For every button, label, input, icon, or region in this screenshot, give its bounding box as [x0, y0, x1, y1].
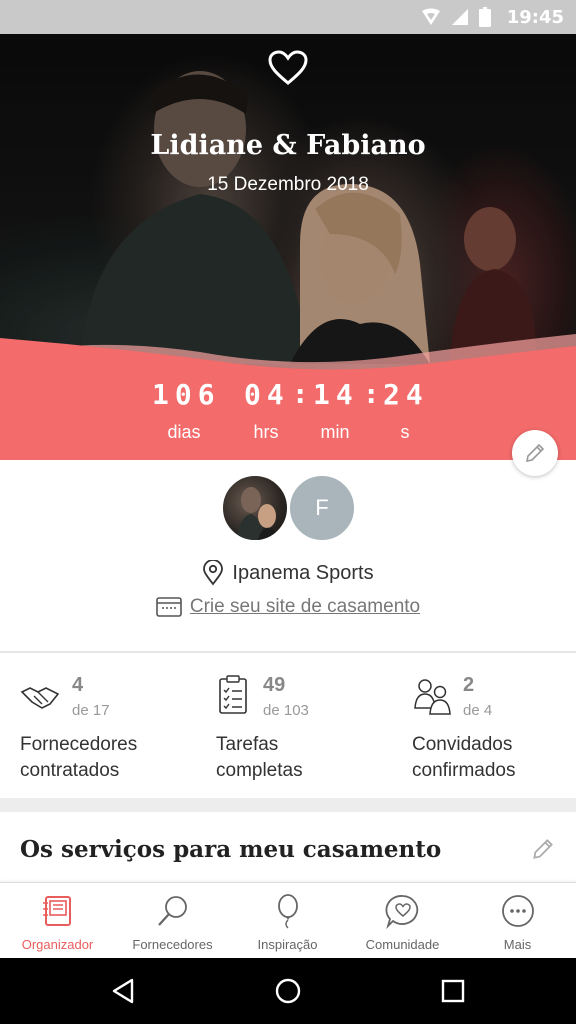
nav-label: Inspiração — [257, 937, 318, 952]
services-section: Os serviços para meu casamento — [0, 812, 576, 882]
chat-heart-icon — [385, 895, 419, 929]
nav-more[interactable]: Mais — [460, 883, 575, 959]
nav-suppliers[interactable]: Fornecedores — [115, 883, 230, 959]
magnifier-icon — [158, 896, 187, 926]
countdown-seconds: 24 — [383, 378, 429, 411]
countdown-separator: : — [366, 380, 377, 410]
wedding-date: 15 Dezembro 2018 — [207, 174, 369, 195]
pencil-icon — [525, 443, 545, 463]
stat-value: 4 — [72, 674, 84, 696]
section-separator — [0, 798, 576, 812]
nav-label: Fornecedores — [132, 937, 213, 952]
stat-value: 49 — [263, 674, 286, 696]
partner-avatar[interactable]: F — [288, 474, 356, 542]
heart-icon — [268, 50, 308, 85]
countdown-minutes: 14 — [313, 378, 359, 411]
back-icon[interactable] — [108, 975, 140, 1007]
countdown-seconds-label: s — [400, 422, 410, 442]
stat-value: 2 — [463, 674, 475, 696]
nav-label: Comunidade — [365, 937, 440, 952]
stat-label: Convidados confirmados — [412, 734, 516, 781]
guests-icon — [414, 679, 451, 715]
countdown-minutes-label: min — [320, 422, 350, 442]
handshake-icon — [20, 687, 60, 709]
stat-label: Fornecedores contratados — [20, 734, 138, 781]
stat-label: Tarefas completas — [216, 734, 303, 781]
nav-label: Mais — [503, 937, 532, 952]
data-saver-icon — [421, 8, 441, 26]
countdown-days: 106 — [152, 378, 221, 411]
stats-row: 4 de 17 Fornecedores contratados 49 de 1… — [0, 668, 576, 788]
countdown-hours-label: hrs — [253, 422, 279, 442]
stat-total: de 17 — [72, 702, 110, 719]
status-bar: 19:45 — [0, 0, 576, 34]
nav-inspiration[interactable]: Inspiração — [230, 883, 345, 959]
countdown-separator: : — [295, 380, 306, 410]
nav-organizer[interactable]: Organizador — [0, 883, 115, 959]
countdown: 106 04 : 14 : 24 dias hrs min s — [0, 374, 576, 460]
create-site-link-text[interactable]: Crie seu site de casamento — [190, 596, 420, 618]
edit-wedding-button[interactable] — [512, 430, 558, 476]
notebook-icon — [43, 896, 71, 926]
countdown-hours: 04 — [244, 378, 290, 411]
signal-icon — [451, 8, 469, 26]
venue-row[interactable]: Ipanema Sports — [0, 560, 576, 586]
more-icon — [502, 895, 534, 927]
venue-name: Ipanema Sports — [232, 561, 374, 584]
system-nav-bar — [0, 958, 576, 1024]
checklist-icon — [219, 675, 247, 714]
wedding-hero: Lidiane & Fabiano 15 Dezembro 2018 106 0… — [0, 34, 576, 460]
location-pin-icon — [203, 560, 224, 586]
home-icon[interactable] — [272, 975, 304, 1007]
stat-total: de 103 — [263, 702, 309, 719]
divider — [0, 651, 576, 653]
nav-community[interactable]: Comunidade — [345, 883, 460, 959]
couple-names: Lidiane & Fabiano — [150, 130, 426, 161]
website-icon — [156, 597, 182, 617]
edit-services-button[interactable] — [530, 836, 556, 866]
recents-icon[interactable] — [437, 975, 469, 1007]
bottom-nav: Organizador Fornecedores Inspiração Comu… — [0, 882, 576, 958]
pencil-icon — [533, 839, 553, 859]
services-title: Os serviços para meu casamento — [20, 836, 442, 863]
status-time: 19:45 — [506, 6, 564, 28]
couple-avatar-photo[interactable] — [221, 474, 289, 542]
couple-avatars: F — [0, 474, 576, 544]
nav-label: Organizador — [21, 937, 94, 952]
create-site-link[interactable]: Crie seu site de casamento — [0, 596, 576, 618]
balloon-icon — [278, 894, 298, 929]
battery-icon — [478, 7, 491, 27]
stat-total: de 4 — [463, 702, 493, 719]
countdown-days-label: dias — [167, 422, 201, 442]
